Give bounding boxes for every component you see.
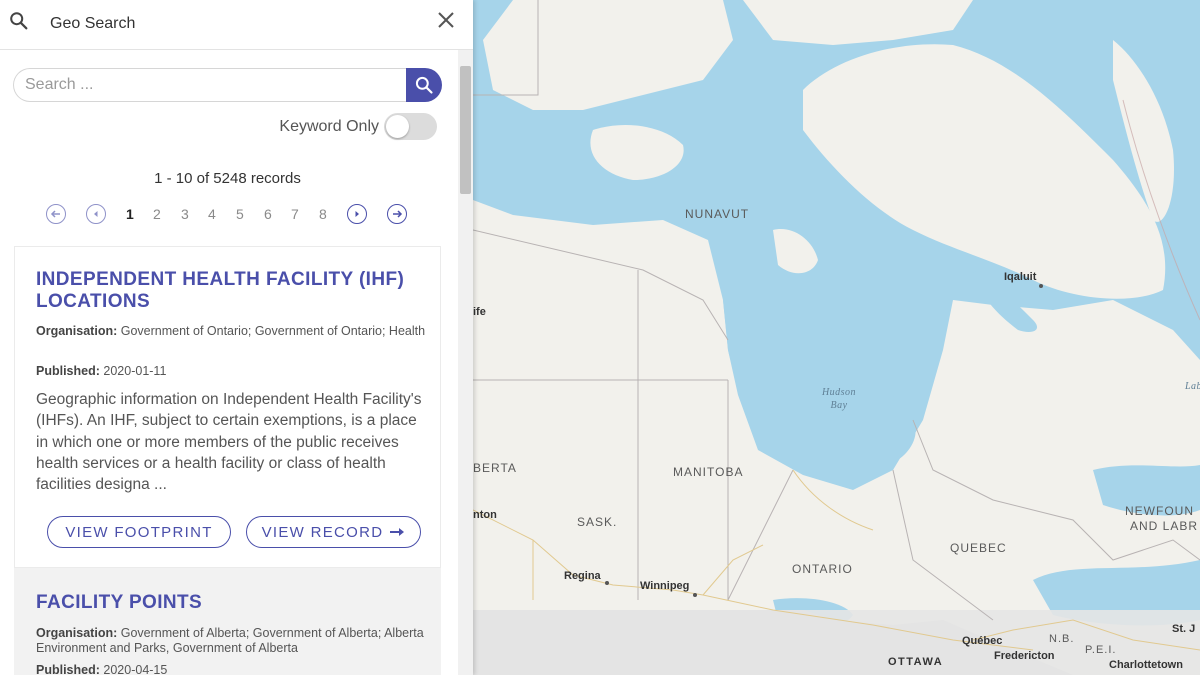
search-icon (415, 76, 433, 94)
previous-page-button[interactable] (86, 204, 106, 224)
map-label-nb: N.B. (1049, 633, 1075, 645)
view-record-label: VIEW RECORD (261, 523, 384, 541)
page-3[interactable]: 3 (181, 206, 189, 222)
view-record-button[interactable]: VIEW RECORD (246, 516, 421, 548)
keyword-only-label: Keyword Only (279, 118, 379, 135)
map-label-pei: P.E.I. (1085, 644, 1117, 656)
result-published: Published: 2020-04-15 (36, 663, 431, 675)
last-page-icon (393, 210, 403, 218)
map-label-newfoundland-1: NEWFOUN (1125, 504, 1194, 518)
map-label-hudson: Hudson (821, 387, 857, 398)
organisation-value: Government of Ontario; Government of Ont… (120, 324, 426, 338)
map-label-ottawa: OTTAWA (888, 656, 944, 668)
city-dot-regina (605, 581, 609, 585)
organisation-label: Organisation: (36, 324, 118, 338)
view-footprint-button[interactable]: VIEW FOOTPRINT (47, 516, 231, 548)
result-published: Published: 2020-01-11 (36, 364, 431, 379)
arrow-right-icon (390, 528, 405, 536)
search-button[interactable] (406, 68, 442, 102)
close-icon[interactable] (436, 10, 456, 30)
result-card: FACILITY POINTS Organisation: Government… (14, 568, 441, 675)
result-description: Geographic information on Independent He… (36, 391, 422, 494)
published-label: Published: (36, 663, 100, 675)
map-label-sask: SASK. (577, 515, 618, 529)
page-5[interactable]: 5 (236, 206, 244, 222)
page-7[interactable]: 7 (291, 206, 299, 222)
result-title[interactable]: FACILITY POINTS (36, 592, 416, 614)
view-footprint-label: VIEW FOOTPRINT (65, 523, 213, 541)
organisation-label: Organisation: (36, 626, 118, 640)
search-input[interactable] (13, 68, 413, 102)
map-view[interactable]: NUNAVUT Iqaluit Hudson Bay MANITOBA SASK.… (473, 0, 1200, 675)
map-label-winnipeg: Winnipeg (640, 580, 690, 592)
scrollbar[interactable] (458, 50, 473, 675)
map-label-lab: Lab (1185, 381, 1200, 392)
map-label-hudson-bay: Hudson Bay (817, 386, 861, 412)
pagination: 1 2 3 4 5 6 7 8 (0, 202, 455, 226)
map-label-quebec-province: QUEBEC (950, 541, 1007, 555)
first-page-icon (50, 210, 60, 218)
scrollbar-thumb[interactable] (460, 66, 471, 194)
geo-search-panel: Geo Search Keyword Only 1 - 10 of 5248 r… (0, 0, 473, 675)
search-bar (13, 68, 442, 102)
results-scroll-area[interactable]: Keyword Only 1 - 10 of 5248 records 1 2 … (0, 50, 458, 675)
map-label-fredericton: Fredericton (994, 650, 1055, 662)
panel-title: Geo Search (50, 15, 136, 32)
map-label-manitoba: MANITOBA (673, 465, 744, 479)
map-label-ontario: ONTARIO (792, 562, 853, 576)
published-value: 2020-04-15 (103, 663, 168, 675)
map-label-bay: Bay (830, 400, 848, 411)
map-label-newfoundland-2: AND LABR (1130, 519, 1199, 533)
result-organisation: Organisation: Government of Alberta; Gov… (36, 626, 431, 655)
first-page-button[interactable] (46, 204, 66, 224)
toggle-knob (386, 115, 409, 138)
last-page-button[interactable] (387, 204, 407, 224)
map-label-charlottetown: Charlottetown (1109, 659, 1183, 671)
map-label-nton: nton (473, 509, 497, 521)
records-count: 1 - 10 of 5248 records (154, 170, 301, 187)
map-label-quebec-city: Québec (962, 635, 1003, 647)
result-organisation: Organisation: Government of Ontario; Gov… (36, 324, 431, 339)
result-card: INDEPENDENT HEALTH FACILITY (IHF) LOCATI… (14, 246, 441, 568)
next-page-button[interactable] (347, 204, 367, 224)
city-dot-winnipeg (693, 593, 697, 597)
result-title[interactable]: INDEPENDENT HEALTH FACILITY (IHF) LOCATI… (36, 269, 416, 313)
map-label-berta: BERTA (473, 461, 517, 475)
next-page-icon (355, 211, 359, 217)
map-label-iqaluit: Iqaluit (1004, 271, 1037, 283)
page-2[interactable]: 2 (153, 206, 161, 222)
map-label-nunavut: NUNAVUT (685, 207, 750, 221)
map-label-regina: Regina (564, 570, 601, 582)
map-label-st-j: St. J (1172, 623, 1196, 635)
page-6[interactable]: 6 (264, 206, 272, 222)
city-dot-iqaluit (1039, 284, 1043, 288)
panel-header: Geo Search (0, 0, 473, 50)
keyword-only-row: Keyword Only (0, 112, 442, 142)
published-label: Published: (36, 364, 100, 378)
search-icon (10, 12, 28, 30)
published-value: 2020-01-11 (103, 364, 167, 378)
previous-page-icon (94, 211, 98, 217)
map-label-ife: ife (473, 306, 486, 318)
page-4[interactable]: 4 (208, 206, 216, 222)
keyword-only-toggle[interactable] (384, 113, 437, 140)
page-1[interactable]: 1 (126, 206, 134, 222)
page-8[interactable]: 8 (319, 206, 327, 222)
baffin-island (803, 44, 1166, 299)
